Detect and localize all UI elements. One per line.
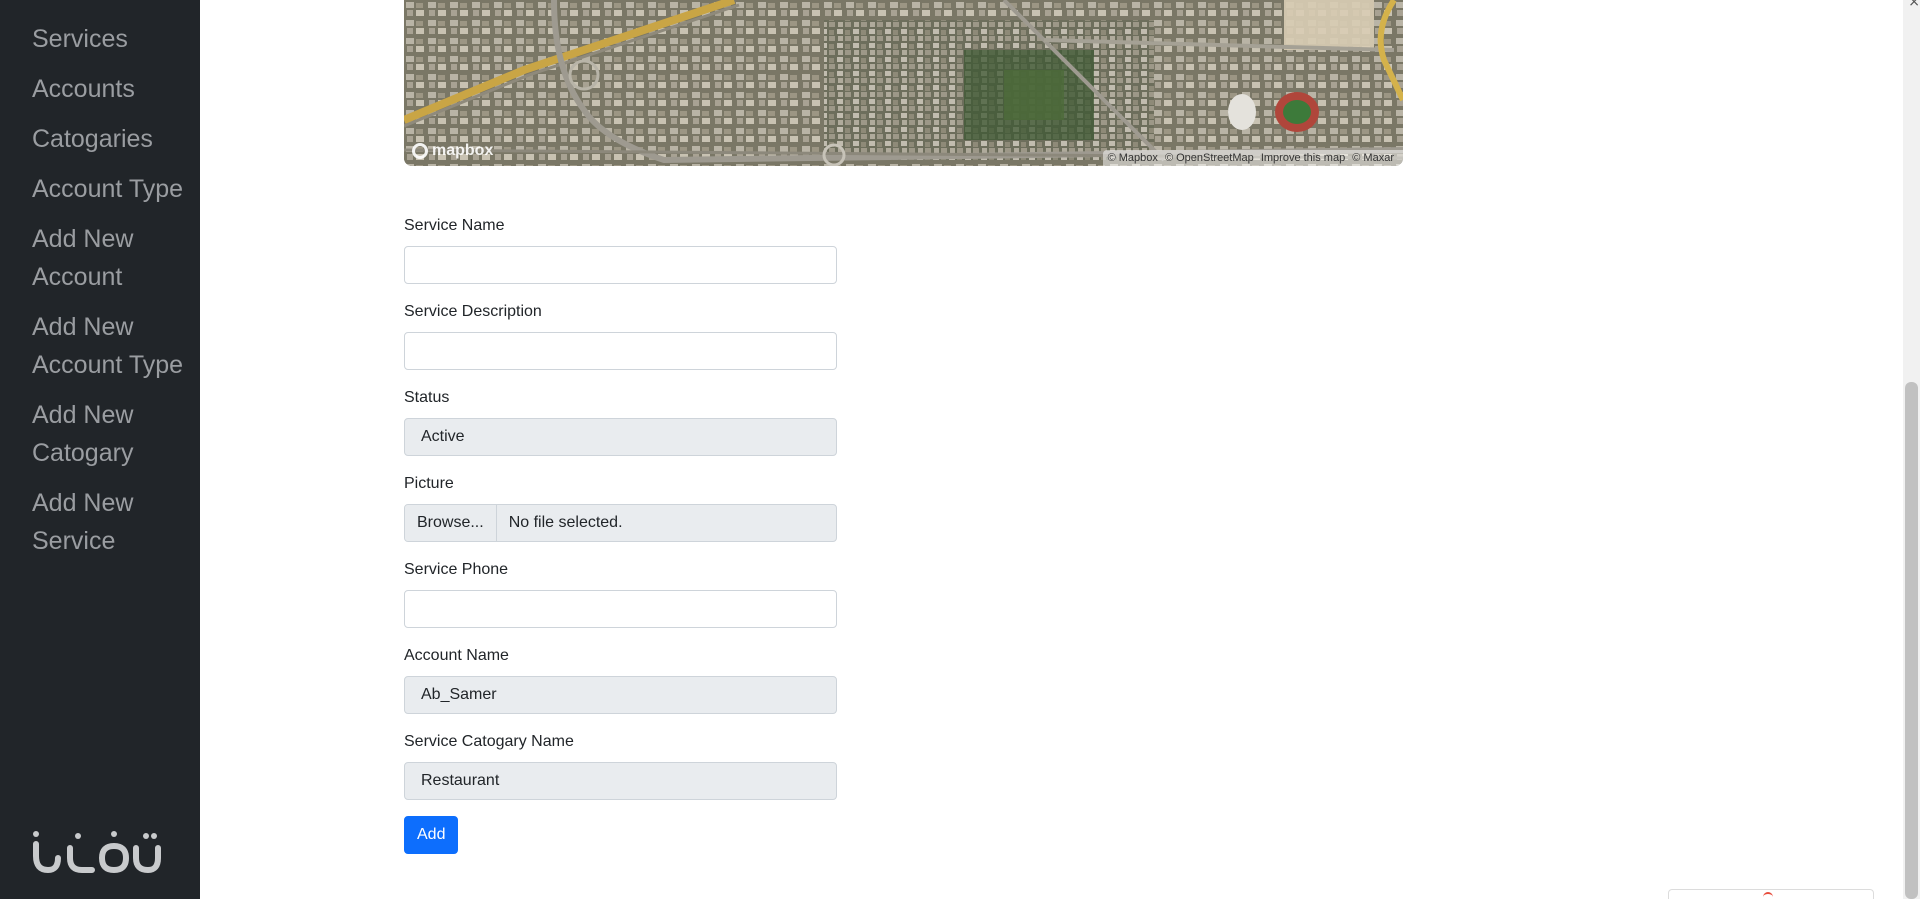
brand-logo-icon[interactable] <box>30 826 162 878</box>
map-imagery <box>404 0 1403 166</box>
service-phone-label: Service Phone <box>404 561 509 578</box>
widget-arc-icon <box>1763 892 1773 898</box>
service-description-input[interactable] <box>404 332 837 370</box>
service-description-label: Service Description <box>404 303 542 320</box>
sidebar-item-add-new-service[interactable]: Add New Service <box>32 484 192 560</box>
mapbox-logo-icon <box>412 143 428 159</box>
category-name-label: Service Catogary Name <box>404 733 574 750</box>
sidebar: Services Accounts Catogaries Account Typ… <box>0 0 200 899</box>
sidebar-item-catogaries[interactable]: Catogaries <box>32 120 192 158</box>
close-icon[interactable]: × <box>1908 0 1920 10</box>
service-name-group: Service Name <box>404 216 837 284</box>
attribution-mapbox-link[interactable]: © Mapbox <box>1108 152 1158 164</box>
sidebar-item-services[interactable]: Services <box>32 20 192 58</box>
sidebar-nav: Services Accounts Catogaries Account Typ… <box>32 20 192 572</box>
map-attribution: © Mapbox © OpenStreetMap Improve this ma… <box>1102 150 1403 166</box>
status-group: Status Active <box>404 388 837 456</box>
account-name-group: Account Name Ab_Samer <box>404 646 837 714</box>
account-name-field: Ab_Samer <box>404 676 837 714</box>
mapbox-logo[interactable]: mapbox <box>412 142 493 160</box>
floating-widget[interactable] <box>1668 889 1874 899</box>
page-scrollbar[interactable]: × <box>1903 0 1920 899</box>
sidebar-item-add-new-catogary[interactable]: Add New Catogary <box>32 396 192 472</box>
status-label: Status <box>404 389 450 406</box>
service-description-group: Service Description <box>404 302 837 370</box>
scrollbar-thumb[interactable] <box>1905 382 1918 899</box>
picture-label: Picture <box>404 475 454 492</box>
sidebar-item-add-new-account[interactable]: Add New Account <box>32 220 192 296</box>
app-root: Services Accounts Catogaries Account Typ… <box>0 0 1920 899</box>
add-button[interactable]: Add <box>404 816 459 854</box>
attribution-maxar-link[interactable]: © Maxar <box>1352 152 1394 164</box>
picture-file-input[interactable]: Browse... No file selected. <box>404 504 837 542</box>
file-name-text: No file selected. <box>508 514 623 531</box>
service-phone-group: Service Phone <box>404 560 837 628</box>
mapbox-logo-text: mapbox <box>432 142 494 159</box>
main-content: mapbox © Mapbox © OpenStreetMap Improve … <box>200 0 1903 899</box>
category-name-group: Service Catogary Name Restaurant <box>404 732 837 800</box>
attribution-osm-link[interactable]: © OpenStreetMap <box>1165 152 1254 164</box>
account-name-label: Account Name <box>404 647 509 664</box>
sidebar-item-add-new-account-type[interactable]: Add New Account Type <box>32 308 192 384</box>
satellite-map[interactable]: mapbox © Mapbox © OpenStreetMap Improve … <box>404 0 1403 166</box>
service-name-label: Service Name <box>404 217 505 234</box>
browse-button[interactable]: Browse... <box>405 505 497 541</box>
add-service-form: Service Name Service Description Status … <box>404 216 837 854</box>
sidebar-item-accounts[interactable]: Accounts <box>32 70 192 108</box>
category-name-field: Restaurant <box>404 762 837 800</box>
service-phone-input[interactable] <box>404 590 837 628</box>
sidebar-item-account-type[interactable]: Account Type <box>32 170 192 208</box>
attribution-improve-link[interactable]: Improve this map <box>1261 152 1345 164</box>
picture-group: Picture Browse... No file selected. <box>404 474 837 542</box>
service-name-input[interactable] <box>404 246 837 284</box>
status-field: Active <box>404 418 837 456</box>
